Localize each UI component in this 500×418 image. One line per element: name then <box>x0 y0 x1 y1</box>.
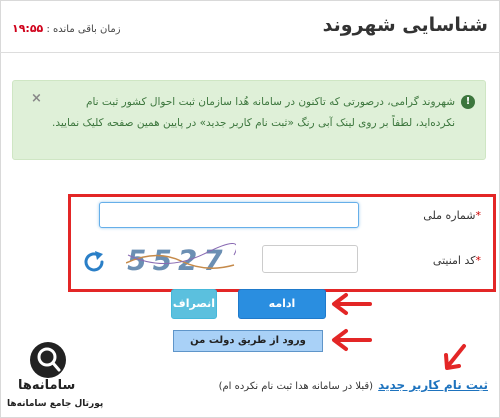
close-icon[interactable]: × <box>31 91 42 106</box>
required-mark: * <box>475 209 482 222</box>
register-note: (قبلا در سامانه هدا ثبت نام نکرده ام) <box>218 381 374 392</box>
red-arrow-icon <box>444 344 466 370</box>
page-title: شناسایی شهروند <box>322 14 488 36</box>
header-divider <box>0 52 500 53</box>
timer-label: زمان باقی مانده : <box>46 24 121 35</box>
register-link[interactable]: ثبت نام کاربر جدید <box>378 378 488 392</box>
cancel-button[interactable]: انصراف <box>171 289 217 319</box>
info-alert: × ! شهروند گرامی، درصورتی که تاکنون در س… <box>12 80 486 160</box>
timer-value: ۱۹:۵۵ <box>12 22 44 35</box>
dolat-man-login-button[interactable]: ورود از طریق دولت من <box>173 330 323 352</box>
red-arrow-icon <box>332 329 372 351</box>
national-id-input[interactable] <box>99 202 359 228</box>
continue-button[interactable]: ادامه <box>238 289 326 319</box>
logo-icon <box>30 342 66 378</box>
register-row: ثبت نام کاربر جدید (قبلا در سامانه هدا ث… <box>219 374 488 393</box>
info-icon: ! <box>461 95 475 109</box>
refresh-icon[interactable] <box>81 249 107 275</box>
captcha-image: 5527 <box>126 243 236 275</box>
red-arrow-icon <box>332 293 372 315</box>
national-id-label: *شماره ملی <box>423 209 481 222</box>
required-mark: * <box>475 254 482 267</box>
captcha-label: *کد امنیتی <box>432 254 482 267</box>
captcha-input[interactable] <box>262 245 358 273</box>
watermark-name: سامانه‌ها <box>18 378 76 393</box>
alert-message: شهروند گرامی، درصورتی که تاکنون در سامان… <box>52 96 455 129</box>
timer: زمان باقی مانده : ۱۹:۵۵ <box>12 22 121 35</box>
watermark-tagline: پورتال جامع سامانه‌ها <box>7 399 104 409</box>
login-form: *شماره ملی *کد امنیتی 5527 <box>68 194 496 292</box>
